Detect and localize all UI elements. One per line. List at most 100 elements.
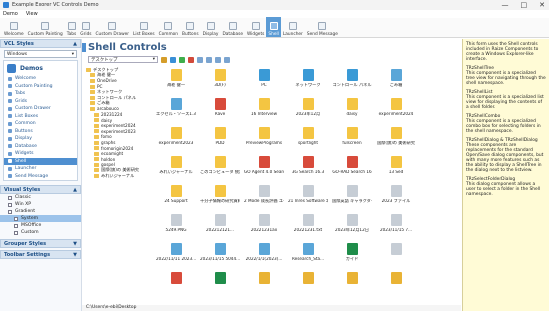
ribbon-list-boxes-button[interactable]: List Boxes <box>131 17 157 37</box>
nav-item-common[interactable]: Common <box>4 120 77 128</box>
nav-item-launcher[interactable]: Launcher <box>4 165 77 173</box>
shell-list-item[interactable]: みれいジャーナル <box>156 156 196 182</box>
maximize-button[interactable]: □ <box>521 1 528 9</box>
ribbon-widgets-button[interactable]: Widgets <box>245 17 266 37</box>
visual-style-custom[interactable]: Custom <box>0 229 81 236</box>
nav-item-grids[interactable]: Grids <box>4 98 77 106</box>
new-folder-icon[interactable] <box>179 56 185 63</box>
nav-item-buttons[interactable]: Buttons <box>4 128 77 136</box>
shell-list-item[interactable]: 十分子情報の研究資料 <box>200 185 240 211</box>
visual-style-gradient[interactable]: Gradient <box>0 208 81 215</box>
visual-style-msoffice[interactable]: MSOffice <box>0 222 81 229</box>
ribbon-welcome-button[interactable]: Welcome <box>2 17 26 37</box>
nav-item-widgets[interactable]: Widgets <box>4 150 77 158</box>
small-icons-icon[interactable] <box>206 56 212 63</box>
up-folder-icon[interactable] <box>161 56 167 63</box>
shell-list-item[interactable]: experiment2023 <box>156 127 196 153</box>
ribbon-shell-button[interactable]: Shell <box>266 17 281 37</box>
style-combo[interactable]: Windows ▾ <box>4 50 77 58</box>
shell-list-item[interactable]: 2023/11/15 7... <box>376 214 416 240</box>
delete-icon[interactable] <box>188 56 194 63</box>
shell-list-item[interactable]: 2022/1/1(2023)... <box>244 243 284 269</box>
shell-list-item[interactable]: GO-RAD Search 16 <box>332 156 372 182</box>
shell-list[interactable]: 海老 健一 3D(F) PC ネットワーク コントロール パネル ごみ箱エクセル・ソース1… <box>152 67 459 307</box>
shell-list-item[interactable]: 3D(F) <box>200 69 240 95</box>
shell-list-item[interactable]: 2023 ファイル <box>376 185 416 211</box>
shell-list-item[interactable]: 20221231ax <box>244 214 284 240</box>
large-icons-icon[interactable] <box>197 56 203 63</box>
shell-list-item[interactable]: PreviewPrograms <box>244 127 284 153</box>
shell-list-item[interactable]: GO Agent 4.0 Search <box>244 156 284 182</box>
shell-list-item[interactable]: ネットワーク <box>288 69 328 95</box>
toolbar-settings-header[interactable]: Toolbar Settings ▼ <box>0 250 81 259</box>
ribbon-send-message-button[interactable]: Send Message <box>305 17 340 37</box>
nav-item-custom-painting[interactable]: Custom Painting <box>4 83 77 91</box>
shell-list-item[interactable]: 5249.PNG <box>156 214 196 240</box>
nav-item-custom-drawer[interactable]: Custom Drawer <box>4 105 77 113</box>
visual-styles-header[interactable]: Visual Styles ▲ <box>0 185 81 194</box>
details-view-icon[interactable] <box>224 56 230 63</box>
shell-list-item[interactable]: 2 Mode 成長評価 ユーザー統計 <box>244 185 284 211</box>
shell-list-item[interactable]: 海老 健一 <box>156 69 196 95</box>
shell-list-item[interactable]: 202212121... <box>200 214 240 240</box>
nav-item-list-boxes[interactable]: List Boxes <box>4 113 77 121</box>
shell-list-item[interactable] <box>244 272 284 298</box>
shell-list-item[interactable]: 2023年12月 <box>288 98 328 124</box>
close-button[interactable]: ✕ <box>539 1 545 9</box>
nav-item-welcome[interactable]: Welcome <box>4 75 77 83</box>
ribbon-tabs-button[interactable]: Tabs <box>65 17 79 37</box>
back-icon[interactable] <box>170 56 176 63</box>
shell-list-item[interactable]: PDD <box>200 127 240 153</box>
ribbon-buttons-button[interactable]: Buttons <box>180 17 201 37</box>
shell-list-item[interactable]: 13 Sed <box>376 156 416 182</box>
ribbon-custom-drawer-button[interactable]: Custom Drawer <box>94 17 131 37</box>
shell-list-item[interactable]: PC <box>244 69 284 95</box>
shell-list-item[interactable]: コントロール パネル <box>332 69 372 95</box>
list-view-icon[interactable] <box>215 56 221 63</box>
nav-item-send-message[interactable]: Send Message <box>4 173 77 181</box>
tree-node[interactable]: みれいジャーナル <box>86 173 148 179</box>
ribbon-database-button[interactable]: Database <box>220 17 245 37</box>
shell-list-item[interactable] <box>376 243 416 269</box>
shell-list-item[interactable]: 2023年12月12日 <box>332 214 372 240</box>
nav-item-tabs[interactable]: Tabs <box>4 90 77 98</box>
shell-list-item[interactable]: エクセル・ソース1.3 <box>156 98 196 124</box>
shell-list-item[interactable]: 21 Inres Software 本へ... <box>288 185 328 211</box>
nav-item-shell[interactable]: Shell <box>4 157 77 165</box>
minimize-button[interactable]: — <box>502 1 509 9</box>
nav-item-database[interactable]: Database <box>4 143 77 151</box>
shell-list-item[interactable]: 国際英語 キャラクター <box>332 185 372 211</box>
ribbon-display-button[interactable]: Display <box>201 17 221 37</box>
shell-list-item[interactable]: ガイド <box>332 243 372 269</box>
shell-list-item[interactable]: Research_Sta... <box>288 243 328 269</box>
ribbon-launcher-button[interactable]: Launcher <box>281 17 305 37</box>
ribbon-common-button[interactable]: Common <box>157 17 180 37</box>
shell-list-item[interactable] <box>288 272 328 298</box>
shell-list-item[interactable]: 3G Search 16.3 <box>288 156 328 182</box>
visual-style-win-xp[interactable]: Win XP <box>0 201 81 208</box>
ribbon-grids-button[interactable]: Grids <box>78 17 93 37</box>
shell-list-item[interactable] <box>200 272 240 298</box>
shell-tree[interactable]: デスクトップ 海老 健一 OneDrive PC ネットワーク コントロール パネル ごみ箱… <box>86 67 148 307</box>
shell-list-item[interactable]: Rave <box>200 98 240 124</box>
shell-list-item[interactable]: 20221231.txt <box>288 214 328 240</box>
grouper-styles-header[interactable]: Grouper Styles ▼ <box>0 239 81 248</box>
shell-list-item[interactable]: fulscreen <box>332 127 372 153</box>
shell-list-item[interactable]: daisy <box>332 98 372 124</box>
shell-list-item[interactable] <box>156 272 196 298</box>
ribbon-custom-painting-button[interactable]: Custom Painting <box>26 17 65 37</box>
shell-list-item[interactable]: 16 Interview <box>244 98 284 124</box>
shell-combo[interactable]: デスクトップ ▾ <box>88 56 158 63</box>
shell-list-item[interactable]: sportlight <box>288 127 328 153</box>
visual-style-classic[interactable]: Classic <box>0 194 81 201</box>
shell-list-item[interactable] <box>332 272 372 298</box>
shell-list-item[interactable]: 2023/11/15 5044... <box>200 243 240 269</box>
shell-list-item[interactable]: 2022/11/11 2023... <box>156 243 196 269</box>
shell-list-item[interactable]: 24 Support <box>156 185 196 211</box>
nav-item-display[interactable]: Display <box>4 135 77 143</box>
shell-list-item[interactable]: このコンピュータ 統計表 クロス・アイ <box>200 156 240 182</box>
shell-list-item[interactable]: ごみ箱 <box>376 69 416 95</box>
shell-list-item[interactable]: experiment2024 <box>376 98 416 124</box>
visual-style-system[interactable]: System <box>0 215 81 222</box>
shell-list-item[interactable]: 国際(旗)の 美術研究 <box>376 127 416 153</box>
